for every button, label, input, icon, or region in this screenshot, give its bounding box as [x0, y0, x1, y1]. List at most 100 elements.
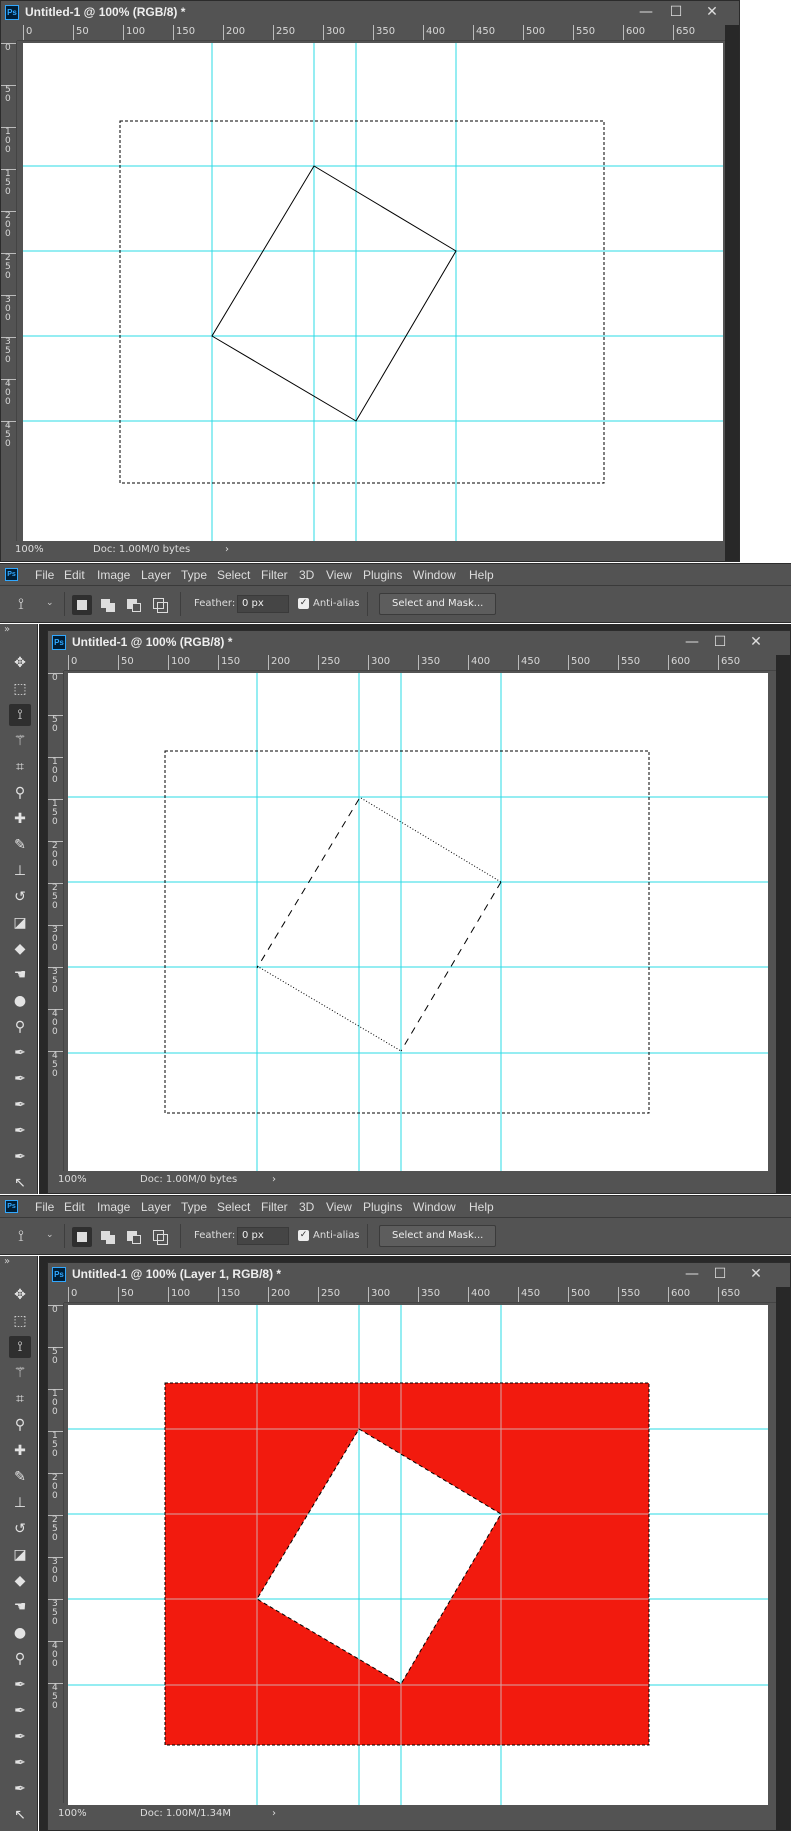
dodge-tool-icon[interactable]: ⚲	[9, 1648, 31, 1670]
menu-item-help[interactable]: Help	[469, 568, 494, 582]
select-and-mask-button[interactable]: Select and Mask...	[379, 1225, 497, 1247]
eyedropper-tool-icon[interactable]: ⚲	[9, 1414, 31, 1436]
clone-stamp-tool-icon[interactable]: ⊥	[9, 1492, 31, 1514]
magic-wand-tool-icon[interactable]: ⚚	[9, 730, 31, 752]
vertical-ruler[interactable]: 0 5 0 1 0 0 1 5 0 2 0 0 2 5 0 3 0 0 3 5 0 4 0 0 4…	[1, 41, 17, 541]
maximize-icon[interactable]: ☐	[661, 2, 691, 22]
scrollbar-track[interactable]	[776, 655, 790, 1193]
select-and-mask-button[interactable]: Select and Mask...	[379, 593, 497, 615]
menu-item-layer[interactable]: Layer	[141, 568, 171, 582]
paint-bucket-tool-icon[interactable]: ◆	[9, 938, 31, 960]
smudge-tool-icon[interactable]: ☚	[9, 964, 31, 986]
menu-item-plugins[interactable]: Plugins	[363, 568, 402, 582]
menu-item-file[interactable]: File	[35, 1200, 54, 1214]
menu-item-window[interactable]: Window	[413, 1200, 456, 1214]
subtract-selection-button[interactable]	[124, 595, 144, 615]
feather-input[interactable]: 0 px	[237, 1227, 289, 1245]
intersect-selection-button[interactable]	[150, 595, 170, 615]
menu-item-layer[interactable]: Layer	[141, 1200, 171, 1214]
canvas[interactable]	[68, 673, 768, 1171]
magic-wand-tool-icon[interactable]: ⚚	[9, 1362, 31, 1384]
chevron-down-icon[interactable]: ⌄	[46, 598, 54, 608]
clone-stamp-tool-icon[interactable]: ⊥	[9, 860, 31, 882]
close-icon[interactable]: ✕	[741, 1264, 771, 1284]
crop-tool-icon[interactable]: ⌗	[9, 1388, 31, 1410]
zoom-level[interactable]: 100%	[58, 1171, 87, 1189]
new-selection-button[interactable]	[72, 595, 92, 615]
zoom-level[interactable]: 100%	[58, 1805, 87, 1823]
delete-anchor-tool-icon[interactable]: ✒	[9, 1146, 31, 1168]
crop-tool-icon[interactable]: ⌗	[9, 756, 31, 778]
canvas[interactable]	[23, 43, 723, 541]
dodge-tool-icon[interactable]: ⚲	[9, 1016, 31, 1038]
window-titlebar[interactable]: Ps Untitled-1 @ 100% (RGB/8) * — ☐ ✕	[1, 1, 739, 25]
history-brush-tool-icon[interactable]: ↺	[9, 1518, 31, 1540]
window-titlebar[interactable]: Ps Untitled-1 @ 100% (RGB/8) * — ☐ ✕	[48, 631, 790, 655]
zoom-level[interactable]: 100%	[15, 541, 44, 559]
tool-preset-lasso-icon[interactable]: ⟟	[18, 1226, 24, 1246]
path-selection-tool-icon[interactable]: ↖	[9, 1172, 31, 1194]
blur-tool-icon[interactable]: ●	[9, 1622, 31, 1644]
menu-item-window[interactable]: Window	[413, 568, 456, 582]
horizontal-ruler[interactable]: 0 50 100 150 200 250 300 350 400 450 500 550 600 650	[64, 1287, 776, 1303]
path-selection-tool-icon[interactable]: ↖	[9, 1804, 31, 1826]
menu-item-type[interactable]: Type	[181, 568, 207, 582]
collapse-panel-icon[interactable]: »	[4, 624, 10, 635]
feather-input[interactable]: 0 px	[237, 595, 289, 613]
menu-item-view[interactable]: View	[326, 568, 352, 582]
collapse-panel-icon[interactable]: »	[4, 1256, 10, 1267]
healing-brush-tool-icon[interactable]: ✚	[9, 1440, 31, 1462]
minimize-icon[interactable]: —	[631, 2, 661, 22]
horizontal-ruler[interactable]: 0 50 100 150 200 250 300 350 400 450 500 550 600 650	[17, 25, 725, 41]
add-anchor-tool-icon[interactable]: ✒	[9, 1752, 31, 1774]
curvature-pen-tool-icon[interactable]: ✒	[9, 1094, 31, 1116]
scrollbar-track[interactable]	[725, 25, 739, 561]
eraser-tool-icon[interactable]: ◪	[9, 912, 31, 934]
maximize-icon[interactable]: ☐	[705, 632, 735, 652]
marquee-tool-icon[interactable]: ⬚	[9, 678, 31, 700]
close-icon[interactable]: ✕	[741, 632, 771, 652]
maximize-icon[interactable]: ☐	[705, 1264, 735, 1284]
tool-preset-lasso-icon[interactable]: ⟟	[18, 594, 24, 614]
brush-tool-icon[interactable]: ✎	[9, 1466, 31, 1488]
canvas[interactable]	[68, 1305, 768, 1805]
pen-tool-icon[interactable]: ✒	[9, 1042, 31, 1064]
blur-tool-icon[interactable]: ●	[9, 990, 31, 1012]
menu-item-image[interactable]: Image	[97, 568, 130, 582]
status-arrow-icon[interactable]: ›	[272, 1171, 276, 1189]
menu-item-filter[interactable]: Filter	[261, 1200, 288, 1214]
add-selection-button[interactable]	[98, 1227, 118, 1247]
menu-item-view[interactable]: View	[326, 1200, 352, 1214]
close-icon[interactable]: ✕	[697, 2, 727, 22]
menu-item-3d[interactable]: 3D	[299, 1200, 314, 1214]
vertical-ruler[interactable]: 0 5 0 1 0 0 1 5 0 2 0 0 2 5 0 3 0 0 3 5 0 4 0 0 4…	[48, 671, 64, 1171]
pen-tool-icon[interactable]: ✒	[9, 1674, 31, 1696]
menu-item-type[interactable]: Type	[181, 1200, 207, 1214]
status-arrow-icon[interactable]: ›	[225, 541, 229, 559]
healing-brush-tool-icon[interactable]: ✚	[9, 808, 31, 830]
eraser-tool-icon[interactable]: ◪	[9, 1544, 31, 1566]
delete-anchor-tool-icon[interactable]: ✒	[9, 1778, 31, 1800]
paint-bucket-tool-icon[interactable]: ◆	[9, 1570, 31, 1592]
menu-item-3d[interactable]: 3D	[299, 568, 314, 582]
subtract-selection-button[interactable]	[124, 1227, 144, 1247]
menu-item-select[interactable]: Select	[217, 1200, 250, 1214]
minimize-icon[interactable]: —	[677, 1264, 707, 1284]
window-titlebar[interactable]: Ps Untitled-1 @ 100% (Layer 1, RGB/8) * …	[48, 1263, 790, 1287]
history-brush-tool-icon[interactable]: ↺	[9, 886, 31, 908]
antialias-checkbox[interactable]: ✓	[298, 1230, 309, 1241]
move-tool-icon[interactable]: ✥	[9, 1284, 31, 1306]
curvature-pen-tool-icon[interactable]: ✒	[9, 1726, 31, 1748]
menu-item-help[interactable]: Help	[469, 1200, 494, 1214]
move-tool-icon[interactable]: ✥	[9, 652, 31, 674]
freeform-pen-tool-icon[interactable]: ✒	[9, 1700, 31, 1722]
antialias-checkbox[interactable]: ✓	[298, 598, 309, 609]
vertical-ruler[interactable]: 0 5 0 1 0 0 1 5 0 2 0 0 2 5 0 3 0 0 3 5 0 4 0 0 4…	[48, 1303, 64, 1803]
eyedropper-tool-icon[interactable]: ⚲	[9, 782, 31, 804]
new-selection-button[interactable]	[72, 1227, 92, 1247]
menu-item-image[interactable]: Image	[97, 1200, 130, 1214]
menu-item-filter[interactable]: Filter	[261, 568, 288, 582]
status-arrow-icon[interactable]: ›	[272, 1805, 276, 1823]
marquee-tool-icon[interactable]: ⬚	[9, 1310, 31, 1332]
intersect-selection-button[interactable]	[150, 1227, 170, 1247]
